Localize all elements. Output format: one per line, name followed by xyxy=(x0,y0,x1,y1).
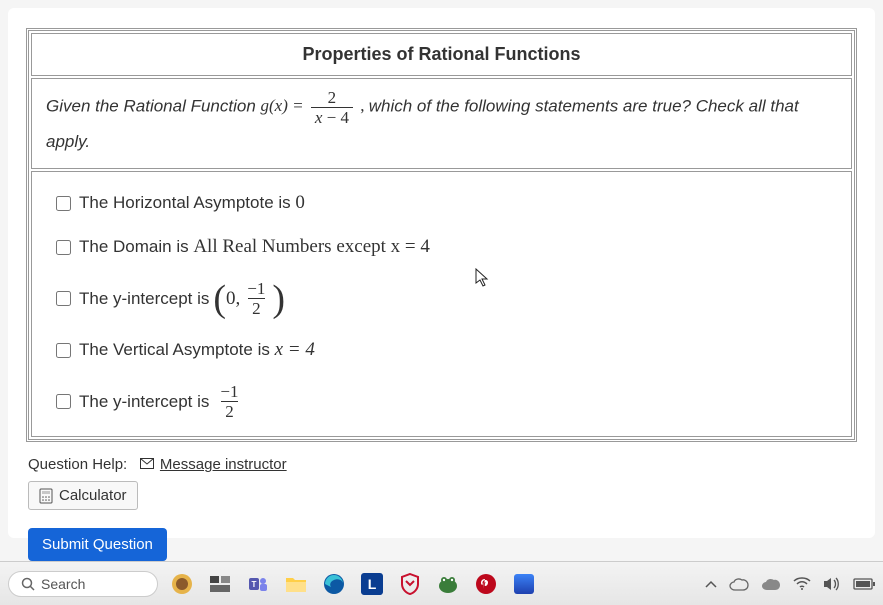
o5-den: 2 xyxy=(221,401,238,420)
taskbar-taskview-icon[interactable] xyxy=(206,570,234,598)
taskbar-app-1-icon[interactable] xyxy=(168,570,196,598)
tray-cloud-icon[interactable] xyxy=(761,577,781,591)
point-x: 0 xyxy=(226,288,236,310)
system-tray xyxy=(705,576,875,592)
taskbar: Search T L xyxy=(0,561,883,605)
option-3: The y-intercept is ( 0 , −1 2 ) xyxy=(56,280,837,317)
option-2: The Domain is All Real Numbers except x … xyxy=(56,236,837,258)
option-4-value: x = 4 xyxy=(275,339,315,360)
option-1-text: The Horizontal Asymptote is xyxy=(79,193,295,212)
option-4-checkbox[interactable] xyxy=(56,343,71,358)
taskbar-store-icon[interactable] xyxy=(510,570,538,598)
search-icon xyxy=(21,577,35,591)
option-4-label: The Vertical Asymptote is x = 4 xyxy=(79,339,315,361)
tray-chevron-up-icon[interactable] xyxy=(705,580,717,588)
prompt-text-pre: Given the Rational Function xyxy=(46,96,261,115)
py-num: −1 xyxy=(243,280,269,298)
option-2-math: All Real Numbers except x = 4 xyxy=(193,236,430,257)
taskbar-app-frog-icon[interactable] xyxy=(434,570,462,598)
option-3-point: ( 0 , −1 2 ) xyxy=(213,280,285,317)
message-instructor-link[interactable]: Message instructor xyxy=(160,456,287,473)
den-const: 4 xyxy=(341,108,350,127)
option-2-checkbox[interactable] xyxy=(56,240,71,255)
option-1-checkbox[interactable] xyxy=(56,196,71,211)
option-4: The Vertical Asymptote is x = 4 xyxy=(56,339,837,361)
option-1: The Horizontal Asymptote is 0 xyxy=(56,192,837,214)
calculator-icon xyxy=(39,488,53,504)
table-header: Properties of Rational Functions xyxy=(31,33,852,76)
option-5-label: The y-intercept is −1 2 xyxy=(79,383,245,420)
frac-den: x − 4 xyxy=(311,107,353,126)
tray-battery-icon[interactable] xyxy=(853,578,875,590)
option-5-checkbox[interactable] xyxy=(56,394,71,409)
point-comma: , xyxy=(236,288,241,310)
taskbar-app-l-icon[interactable]: L xyxy=(358,570,386,598)
taskbar-pinterest-icon[interactable] xyxy=(472,570,500,598)
envelope-icon xyxy=(140,458,154,469)
option-4-text: The Vertical Asymptote is xyxy=(79,340,275,359)
help-label: Question Help: xyxy=(28,456,127,473)
search-placeholder: Search xyxy=(41,576,85,592)
option-1-label: The Horizontal Asymptote is 0 xyxy=(79,192,305,214)
taskbar-teams-icon[interactable]: T xyxy=(244,570,272,598)
option-5-text: The y-intercept is xyxy=(79,392,209,412)
option-1-value: 0 xyxy=(295,192,305,213)
option-5: The y-intercept is −1 2 xyxy=(56,383,837,420)
tray-onedrive-icon[interactable] xyxy=(729,577,749,591)
taskbar-mcafee-icon[interactable] xyxy=(396,570,424,598)
fn-lhs: g(x) = xyxy=(261,96,308,115)
question-help-row: Question Help: Message instructor xyxy=(28,456,857,473)
option-3-label: The y-intercept is ( 0 , −1 2 ) xyxy=(79,280,285,317)
option-3-text: The y-intercept is xyxy=(79,289,209,309)
taskbar-explorer-icon[interactable] xyxy=(282,570,310,598)
option-2-label: The Domain is All Real Numbers except x … xyxy=(79,236,430,258)
option-3-checkbox[interactable] xyxy=(56,291,71,306)
question-panel: Properties of Rational Functions Given t… xyxy=(8,8,875,538)
fn-fraction: 2 x − 4 xyxy=(311,89,353,126)
submit-question-button[interactable]: Submit Question xyxy=(28,528,167,561)
svg-text:T: T xyxy=(252,580,257,589)
frac-num: 2 xyxy=(324,89,341,107)
den-op: − xyxy=(322,108,340,127)
point-y-frac: −1 2 xyxy=(243,280,269,317)
taskbar-edge-icon[interactable] xyxy=(320,570,348,598)
calculator-button[interactable]: Calculator xyxy=(28,481,138,510)
o5-num: −1 xyxy=(216,383,242,401)
tray-volume-icon[interactable] xyxy=(823,576,841,592)
question-prompt: Given the Rational Function g(x) = 2 x −… xyxy=(31,78,852,169)
calculator-label: Calculator xyxy=(59,487,127,504)
options-cell: The Horizontal Asymptote is 0 The Domain… xyxy=(31,171,852,437)
question-table: Properties of Rational Functions Given t… xyxy=(26,28,857,442)
tray-wifi-icon[interactable] xyxy=(793,577,811,591)
option-2-pre: The Domain is xyxy=(79,237,193,256)
prompt-comma: , xyxy=(360,96,364,115)
option-5-frac: −1 2 xyxy=(216,383,242,420)
taskbar-search[interactable]: Search xyxy=(8,571,158,597)
function-definition: g(x) = 2 x − 4 , xyxy=(261,96,369,115)
py-den: 2 xyxy=(248,298,265,317)
